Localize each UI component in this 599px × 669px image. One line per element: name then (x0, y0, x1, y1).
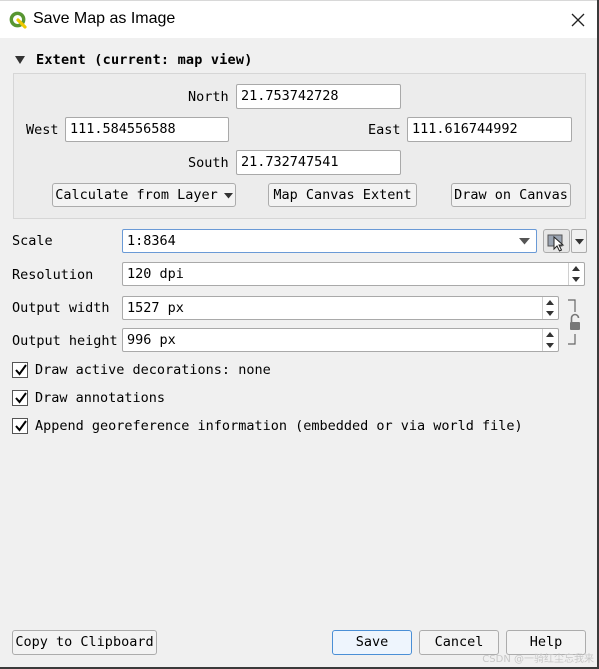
extent-header: Extent (current: map view) (36, 52, 253, 68)
draw-on-canvas-button[interactable]: Draw on Canvas (451, 183, 571, 207)
calculate-from-layer-label: Calculate from Layer (55, 187, 218, 203)
checkbox-annotations[interactable] (12, 390, 28, 406)
south-label: South (188, 155, 229, 171)
title-bar: Save Map as Image (0, 0, 599, 38)
east-field[interactable]: 111.616744992 (407, 117, 572, 142)
save-button[interactable]: Save (332, 630, 412, 655)
window-title: Save Map as Image (33, 10, 176, 27)
output-height-label: Output height (12, 333, 118, 349)
scale-value: 1:8364 (127, 233, 176, 249)
spin-arrows-icon[interactable] (542, 329, 558, 351)
resolution-spinbox[interactable]: 120 dpi (122, 262, 585, 286)
spin-arrows-icon[interactable] (568, 263, 584, 285)
output-width-spinbox[interactable]: 1527 px (122, 296, 559, 320)
option-georeference[interactable]: Append georeference information (embedde… (12, 417, 523, 435)
lock-aspect-ratio-button[interactable] (565, 298, 585, 348)
dropdown-arrow-icon (223, 184, 233, 206)
chevron-down-icon (575, 239, 584, 245)
scale-menu-button[interactable] (571, 229, 587, 253)
checkbox-decorations[interactable] (12, 362, 28, 378)
chevron-down-icon (519, 238, 530, 245)
watermark: CSDN @一骑红尘忘我来 (482, 654, 594, 665)
lock-ratio-icon (568, 299, 580, 345)
scale-label: Scale (12, 233, 53, 249)
output-width-label: Output width (12, 300, 110, 316)
collapse-arrow-icon (15, 56, 25, 64)
north-label: North (188, 89, 229, 105)
select-scale-icon (547, 234, 565, 252)
checkmark-icon (15, 364, 27, 376)
checkbox-georeference[interactable] (12, 418, 28, 434)
option-annotations[interactable]: Draw annotations (12, 389, 165, 407)
select-scale-button[interactable] (543, 229, 570, 253)
map-canvas-extent-button[interactable]: Map Canvas Extent (268, 183, 417, 207)
output-height-value: 996 px (127, 332, 176, 348)
copy-to-clipboard-button[interactable]: Copy to Clipboard (12, 630, 157, 655)
west-field[interactable]: 111.584556588 (65, 117, 229, 142)
scale-combobox[interactable]: 1:8364 (122, 229, 537, 253)
close-button[interactable] (567, 9, 589, 31)
option-annotations-label: Draw annotations (35, 390, 166, 406)
close-icon (571, 13, 585, 27)
west-label: West (26, 122, 59, 138)
resolution-label: Resolution (12, 267, 94, 283)
option-decorations-label: Draw active decorations: none (35, 362, 271, 378)
extent-section-toggle[interactable]: Extent (current: map view) (14, 50, 253, 70)
resolution-value: 120 dpi (127, 266, 184, 282)
option-georeference-label: Append georeference information (embedde… (35, 418, 523, 434)
calculate-from-layer-button[interactable]: Calculate from Layer (52, 183, 236, 207)
checkmark-icon (15, 392, 27, 404)
north-field[interactable]: 21.753742728 (236, 84, 401, 109)
output-width-value: 1527 px (127, 300, 184, 316)
option-decorations[interactable]: Draw active decorations: none (12, 361, 271, 379)
south-field[interactable]: 21.732747541 (236, 150, 401, 175)
east-label: East (368, 122, 401, 138)
spin-arrows-icon[interactable] (542, 297, 558, 319)
checkmark-icon (15, 420, 27, 432)
output-height-spinbox[interactable]: 996 px (122, 328, 559, 352)
qgis-icon (9, 11, 27, 29)
